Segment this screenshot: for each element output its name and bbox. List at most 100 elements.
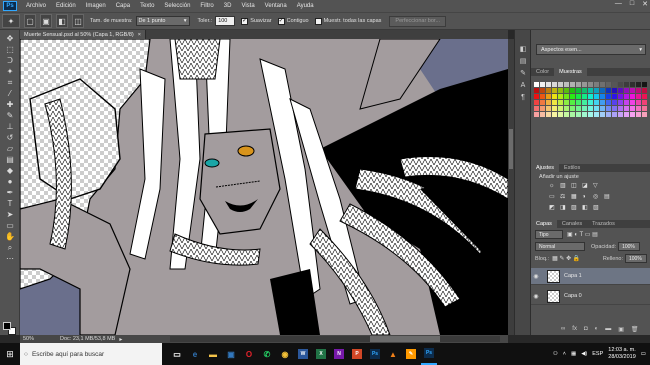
color-swatch[interactable] <box>600 112 605 117</box>
chrome-icon[interactable]: ◉ <box>277 343 293 365</box>
workspace-select[interactable]: Aspectos esen... ▾ <box>536 44 646 55</box>
shape-tool-icon[interactable]: ▭ <box>3 220 17 231</box>
color-swatch[interactable] <box>606 106 611 111</box>
history-panel-icon[interactable]: ◧ <box>517 44 529 54</box>
dodge-tool-icon[interactable]: ● <box>3 176 17 187</box>
color-swatch[interactable] <box>546 82 551 87</box>
color-lookup-icon[interactable]: ▤ <box>604 194 611 200</box>
color-swatch[interactable] <box>570 112 575 117</box>
color-swatch[interactable] <box>618 106 623 111</box>
paragraph-panel-icon[interactable]: ¶ <box>517 92 529 102</box>
healing-brush-tool-icon[interactable]: ✚ <box>3 99 17 110</box>
color-balance-icon[interactable]: ⚖ <box>560 194 567 200</box>
color-swatch[interactable] <box>564 100 569 105</box>
menu-3d[interactable]: 3D <box>219 3 237 9</box>
taskbar-search[interactable]: ○ Escribe aquí para buscar <box>20 343 162 365</box>
color-swatch[interactable] <box>552 106 557 111</box>
color-swatch[interactable] <box>534 88 539 93</box>
color-swatch[interactable] <box>600 94 605 99</box>
color-swatch[interactable] <box>600 106 605 111</box>
explorer-icon[interactable]: ▬ <box>205 343 221 365</box>
color-swatch[interactable] <box>588 94 593 99</box>
close-window-button[interactable]: ✕ <box>642 0 648 8</box>
color-swatch[interactable] <box>546 88 551 93</box>
lock-icons[interactable]: ▦ ✎ ✥ 🔒 <box>552 255 580 262</box>
start-button[interactable]: ⊞ <box>0 343 20 365</box>
color-swatch[interactable] <box>606 88 611 93</box>
color-swatch[interactable] <box>534 94 539 99</box>
clone-stamp-tool-icon[interactable]: ⊥ <box>3 121 17 132</box>
character-panel-icon[interactable]: A <box>517 80 529 90</box>
channel-mixer-icon[interactable]: ◎ <box>593 194 600 200</box>
visibility-eye-icon[interactable]: ◉ <box>531 293 541 300</box>
new-adjustment-icon[interactable]: ◐ <box>595 326 599 333</box>
scroll-thumb[interactable] <box>509 129 513 169</box>
color-swatch[interactable] <box>582 112 587 117</box>
color-swatch[interactable] <box>630 112 635 117</box>
menu-ayuda[interactable]: Ayuda <box>292 3 319 9</box>
new-selection-icon[interactable]: ▢ <box>24 14 36 28</box>
threshold-icon[interactable]: ▨ <box>571 205 578 211</box>
language-indicator[interactable]: ESP <box>592 351 603 357</box>
color-swatch[interactable] <box>642 100 647 105</box>
sample-all-layers-checkbox[interactable] <box>314 17 322 25</box>
brush-panel-icon[interactable]: ✎ <box>517 68 529 78</box>
menu-capa[interactable]: Capa <box>111 3 135 9</box>
gradient-map-icon[interactable]: ▧ <box>593 205 600 211</box>
color-swatch[interactable] <box>558 106 563 111</box>
color-swatch[interactable] <box>594 82 599 87</box>
color-swatch[interactable] <box>606 100 611 105</box>
tab-color[interactable]: Color <box>531 68 554 76</box>
people-icon[interactable]: ⚇ <box>553 351 558 357</box>
pen-tool-icon[interactable]: ✒ <box>3 187 17 198</box>
illustrator-icon[interactable]: ✎ <box>403 343 419 365</box>
tolerance-input[interactable]: 100 <box>215 16 236 26</box>
eraser-tool-icon[interactable]: ▱ <box>3 143 17 154</box>
tab-swatches[interactable]: Muestras <box>554 68 587 76</box>
color-swatch[interactable] <box>564 106 569 111</box>
hue-saturation-icon[interactable]: ▭ <box>549 194 556 200</box>
layer-name[interactable]: Capa 1 <box>564 273 582 279</box>
color-swatch[interactable] <box>618 112 623 117</box>
path-selection-tool-icon[interactable]: ➤ <box>3 209 17 220</box>
color-swatch[interactable] <box>624 88 629 93</box>
refine-edge-button[interactable]: Perfeccionar bor... <box>389 15 447 27</box>
color-swatch[interactable] <box>534 100 539 105</box>
color-swatch[interactable] <box>612 82 617 87</box>
color-swatch[interactable] <box>624 106 629 111</box>
color-swatch[interactable] <box>540 94 545 99</box>
onenote-icon[interactable]: N <box>331 343 347 365</box>
canvas-horizontal-scrollbar[interactable] <box>170 336 500 342</box>
intersect-selection-icon[interactable]: ◫ <box>72 14 84 28</box>
color-swatch[interactable] <box>642 94 647 99</box>
tab-adjustments[interactable]: Ajustes <box>531 164 560 172</box>
color-swatch[interactable] <box>558 82 563 87</box>
menu-archivo[interactable]: Archivo <box>21 3 51 9</box>
selective-color-icon[interactable]: ◧ <box>582 205 589 211</box>
tab-paths[interactable]: Trazados <box>587 220 620 228</box>
chevron-up-icon[interactable]: ˄ <box>563 351 566 357</box>
zoom-tool-icon[interactable]: ⌕ <box>3 242 17 253</box>
properties-panel-icon[interactable]: ▤ <box>517 56 529 66</box>
color-swatch[interactable] <box>546 94 551 99</box>
photo-filter-icon[interactable]: ◑ <box>582 194 589 200</box>
opacity-input[interactable]: 100% <box>618 242 641 251</box>
brush-tool-icon[interactable]: ✎ <box>3 110 17 121</box>
history-brush-tool-icon[interactable]: ↺ <box>3 132 17 143</box>
color-swatch[interactable] <box>558 112 563 117</box>
fill-input[interactable]: 100% <box>625 254 647 263</box>
color-swatch[interactable] <box>600 100 605 105</box>
vlc-icon[interactable]: ▲ <box>385 343 401 365</box>
color-swatch[interactable] <box>564 82 569 87</box>
color-swatch[interactable] <box>642 112 647 117</box>
color-swatch[interactable] <box>612 100 617 105</box>
color-swatch[interactable] <box>588 112 593 117</box>
color-swatch[interactable] <box>618 82 623 87</box>
color-swatch[interactable] <box>570 82 575 87</box>
tab-layers[interactable]: Capas <box>531 220 557 228</box>
menu-texto[interactable]: Texto <box>135 3 159 9</box>
color-swatch[interactable] <box>630 82 635 87</box>
color-swatch[interactable] <box>594 100 599 105</box>
color-swatch[interactable] <box>534 82 539 87</box>
type-tool-icon[interactable]: T <box>3 198 17 209</box>
